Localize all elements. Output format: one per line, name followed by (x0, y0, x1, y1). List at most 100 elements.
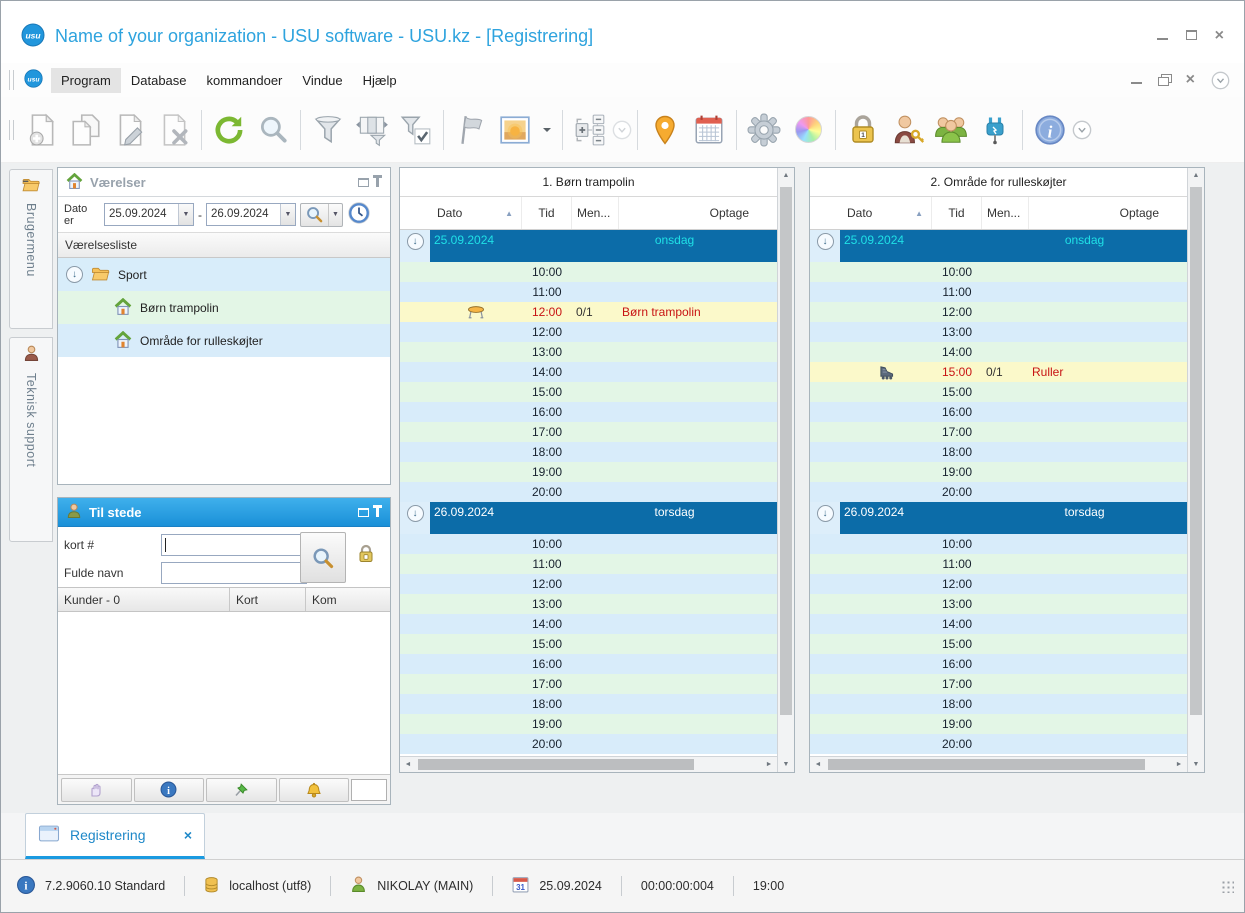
scrollbar-thumb[interactable] (828, 759, 1146, 770)
toolbar-grip-2[interactable] (9, 119, 14, 140)
maximize-button[interactable] (1185, 29, 1197, 43)
schedule-row[interactable]: 14:00 (400, 362, 777, 382)
schedule-row[interactable]: 10:00 (810, 534, 1187, 554)
sidetab-teknisk-support[interactable]: Teknisk support (9, 337, 53, 542)
delete-document-button[interactable] (152, 107, 196, 153)
schedule-row[interactable]: 17:00 (400, 422, 777, 442)
colors-button[interactable] (786, 107, 830, 153)
menu-overflow-button[interactable] (1211, 71, 1230, 90)
quick-entry-field[interactable] (351, 778, 387, 801)
calendar-button[interactable] (687, 107, 731, 153)
panel-pin-icon[interactable] (373, 174, 382, 187)
filter-apply-button[interactable] (394, 107, 438, 153)
schedule-row[interactable]: 19:00 (810, 462, 1187, 482)
scroll-right-icon[interactable]: ► (761, 761, 777, 768)
chevron-down-icon[interactable]: ▼ (178, 204, 193, 225)
info-button-small[interactable]: i (133, 777, 204, 802)
menu-program[interactable]: Program (51, 67, 121, 93)
schedule-row[interactable]: ↓ 26.09.2024 torsdag (400, 502, 777, 534)
schedule-row[interactable]: 10:00 (400, 534, 777, 554)
edit-document-button[interactable] (108, 107, 152, 153)
column-men[interactable]: Men... (572, 197, 619, 229)
schedule-row[interactable]: 17:00 (400, 674, 777, 694)
sidetab-brugermenu[interactable]: Brugermenu (9, 169, 53, 329)
hand-button[interactable] (61, 777, 132, 802)
tab-close-icon[interactable]: × (184, 827, 192, 843)
schedule-row[interactable]: 10:00 (400, 262, 777, 282)
schedule-row[interactable]: 11:00 (400, 282, 777, 302)
mdi-restore-button[interactable] (1157, 73, 1172, 87)
flag-button[interactable] (449, 107, 493, 153)
schedule-row[interactable]: 16:00 (400, 654, 777, 674)
schedule-row[interactable]: 14:00 (400, 614, 777, 634)
menu-vindue[interactable]: Vindue (292, 68, 352, 93)
schedule-row[interactable]: 13:00 (400, 342, 777, 362)
close-button[interactable]: × (1215, 28, 1224, 44)
search-button[interactable] (251, 107, 295, 153)
menu-kommandoer[interactable]: kommandoer (197, 68, 293, 93)
scrollbar-thumb[interactable] (418, 759, 694, 770)
schedule-row[interactable]: 17:00 (810, 674, 1187, 694)
column-optage[interactable]: Optage (1029, 197, 1187, 229)
schedule-row[interactable]: 11:00 (810, 282, 1187, 302)
schedule-row[interactable]: 18:00 (400, 442, 777, 462)
schedule-row[interactable]: 18:00 (810, 694, 1187, 714)
new-document-button[interactable] (20, 107, 64, 153)
column-kunder[interactable]: Kunder - 0 (58, 588, 230, 611)
schedule-row[interactable]: ↓ 25.09.2024 onsdag (810, 230, 1187, 262)
user-permissions-button[interactable] (885, 107, 929, 153)
menu-hjaelp[interactable]: Hjælp (353, 68, 407, 93)
schedule-row[interactable]: 12:00 0/1 Børn trampolin (400, 302, 777, 322)
bell-button[interactable] (278, 777, 349, 802)
scrollbar-thumb[interactable] (780, 187, 792, 716)
filter-button[interactable] (306, 107, 350, 153)
schedule-row[interactable]: ↓ 25.09.2024 onsdag (400, 230, 777, 262)
lock-icon[interactable] (356, 543, 376, 566)
customers-table-body[interactable] (58, 612, 390, 774)
scroll-down-icon[interactable]: ▼ (778, 757, 794, 772)
collapse-group-icon[interactable]: ↓ (66, 266, 83, 283)
copy-document-button[interactable] (64, 107, 108, 153)
image-button[interactable] (493, 107, 537, 153)
schedule-row[interactable]: 15:00 0/1 Ruller (810, 362, 1187, 382)
date-from-combobox[interactable]: 25.09.2024 ▼ (104, 203, 194, 226)
schedule-row[interactable]: 11:00 (400, 554, 777, 574)
info-button[interactable]: i (1028, 107, 1072, 153)
column-dato[interactable]: Dato ▲ (430, 197, 522, 229)
scroll-up-icon[interactable]: ▲ (1188, 168, 1204, 183)
schedule-row[interactable]: 19:00 (400, 714, 777, 734)
scrollbar-thumb[interactable] (1190, 187, 1202, 716)
schedule-row[interactable]: 18:00 (400, 694, 777, 714)
schedule-row[interactable]: 16:00 (810, 402, 1187, 422)
scroll-down-icon[interactable]: ▼ (1188, 757, 1204, 772)
chevron-down-icon[interactable]: ▼ (328, 203, 342, 226)
settings-gear-button[interactable] (742, 107, 786, 153)
schedule-row[interactable]: 14:00 (810, 342, 1187, 362)
panel-maximize-icon[interactable] (358, 177, 369, 187)
schedule-row[interactable]: 16:00 (810, 654, 1187, 674)
scroll-right-icon[interactable]: ► (1171, 761, 1187, 768)
column-tid[interactable]: Tid (522, 197, 572, 229)
schedule-row[interactable]: 17:00 (810, 422, 1187, 442)
column-tid[interactable]: Tid (932, 197, 982, 229)
plugin-button[interactable] (973, 107, 1017, 153)
toolbar-grip[interactable] (9, 70, 14, 90)
menu-database[interactable]: Database (121, 68, 197, 93)
date-search-button[interactable]: ▼ (300, 202, 343, 227)
schedule-row[interactable]: 20:00 (810, 734, 1187, 754)
schedule-row[interactable]: 15:00 (400, 382, 777, 402)
room-list-header[interactable]: Værelsesliste (58, 233, 390, 258)
schedule-row[interactable]: 13:00 (810, 322, 1187, 342)
expand-group-icon[interactable]: ↓ (816, 233, 834, 250)
vertical-scrollbar[interactable]: ▲ ▼ (1187, 168, 1204, 772)
schedule-row[interactable]: 15:00 (810, 382, 1187, 402)
horizontal-scrollbar[interactable]: ◄ ► (810, 756, 1187, 772)
schedule-row[interactable]: 13:00 (810, 594, 1187, 614)
schedule-row[interactable]: 14:00 (810, 614, 1187, 634)
schedule-row[interactable]: 12:00 (810, 574, 1187, 594)
refresh-button[interactable] (207, 107, 251, 153)
resize-grip[interactable] (1220, 879, 1234, 893)
schedule-row[interactable]: 20:00 (810, 482, 1187, 502)
scroll-left-icon[interactable]: ◄ (400, 761, 416, 768)
schedule-row[interactable]: 11:00 (810, 554, 1187, 574)
